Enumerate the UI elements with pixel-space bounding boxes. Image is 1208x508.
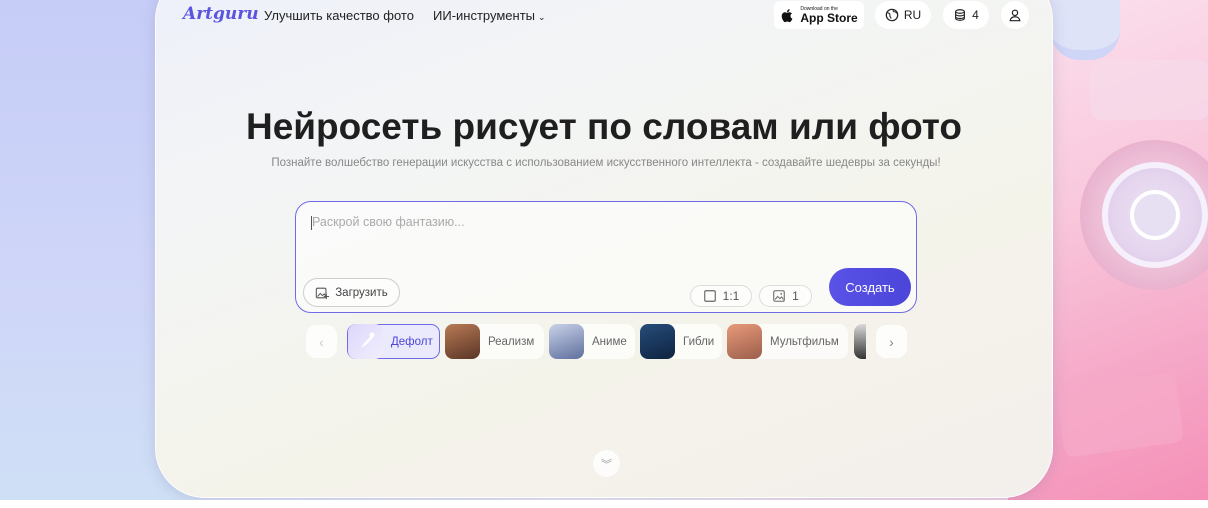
prompt-input[interactable]: Раскрой свою фантазию... [312, 215, 465, 229]
chevron-down-icon: ⌄ [538, 12, 546, 22]
credits-badge[interactable]: 4 [943, 1, 989, 29]
aspect-ratio-value: 1:1 [722, 289, 740, 303]
user-icon [1009, 9, 1021, 22]
bottom-strip [0, 500, 1208, 508]
prompt-box[interactable]: Раскрой свою фантазию... Загрузить 1:1 1… [295, 201, 917, 313]
brush-icon [348, 324, 383, 359]
chevron-left-icon: ‹ [319, 333, 324, 350]
style-chip-anime-label: Аниме [592, 335, 627, 348]
scroll-down-button[interactable]: ︾ [593, 450, 620, 477]
camera-decoration [1050, 0, 1120, 60]
style-chip-default-label: Дефолт [391, 335, 433, 348]
realism-thumbnail [445, 324, 480, 359]
nav-link-enhance-label: Улучшить качество фото [264, 8, 414, 23]
styles-next-button[interactable]: › [876, 325, 907, 358]
anime-thumbnail [549, 324, 584, 359]
ghibli-thumbnail [640, 324, 675, 359]
camera-lens-decoration [1130, 190, 1180, 240]
style-chip-realism[interactable]: Реализм [445, 324, 544, 359]
language-selector[interactable]: RU [875, 1, 931, 29]
upload-button[interactable]: Загрузить [303, 278, 400, 307]
style-chip-ghibli-label: Гибли [683, 335, 715, 348]
logo[interactable]: Artguru [183, 4, 259, 24]
image-icon [773, 290, 785, 302]
style-chip-cartoon[interactable]: Мультфильм [727, 324, 848, 359]
credits-count: 4 [972, 8, 979, 22]
image-count-selector[interactable]: 1 [759, 285, 812, 307]
coins-stack-icon [955, 9, 966, 21]
aspect-ratio-selector[interactable]: 1:1 [690, 285, 752, 307]
double-chevron-down-icon: ︾ [601, 458, 612, 471]
image-upload-icon [316, 287, 330, 299]
app-store-button[interactable]: Download on the App Store [774, 1, 864, 29]
app-store-label: App Store [800, 10, 858, 25]
nav-link-ai-tools-label: ИИ-инструменты [433, 8, 535, 23]
language-label: RU [903, 8, 922, 22]
style-chip-default[interactable]: Дефолт [347, 324, 440, 359]
page-title: Нейросеть рисует по словам или фото [245, 106, 963, 147]
styles-prev-button[interactable]: ‹ [306, 325, 337, 358]
nav-link-enhance[interactable]: Улучшить качество фото [264, 8, 414, 23]
image-count-value: 1 [792, 289, 799, 303]
nav-link-ai-tools[interactable]: ИИ-инструменты ⌄ [433, 8, 546, 23]
page-subtitle: Познайте волшебство генерации искусства … [271, 157, 941, 169]
style-chip-cartoon-label: Мультфильм [770, 335, 839, 348]
style-chip-anime[interactable]: Аниме [549, 324, 635, 359]
brush-glyph [360, 332, 375, 348]
globe-icon [885, 8, 899, 22]
square-ratio-icon [703, 290, 716, 302]
style-chip-ghibli[interactable]: Гибли [640, 324, 722, 359]
chevron-right-icon: › [889, 333, 894, 350]
create-button[interactable]: Создать [829, 268, 911, 306]
apple-icon [782, 8, 793, 22]
style-chip-next-partial[interactable] [854, 324, 866, 359]
top-navigation: Artguru Улучшить качество фото ИИ-инстру… [183, 0, 1043, 34]
style-selector: ‹ Дефолт Реализм Аниме Гибли Мультфильм … [306, 323, 907, 360]
cartoon-thumbnail [727, 324, 762, 359]
upload-label: Загрузить [335, 286, 388, 299]
style-chip-realism-label: Реализм [488, 335, 535, 348]
user-account-button[interactable] [1001, 1, 1029, 29]
partial-thumbnail [854, 324, 866, 359]
